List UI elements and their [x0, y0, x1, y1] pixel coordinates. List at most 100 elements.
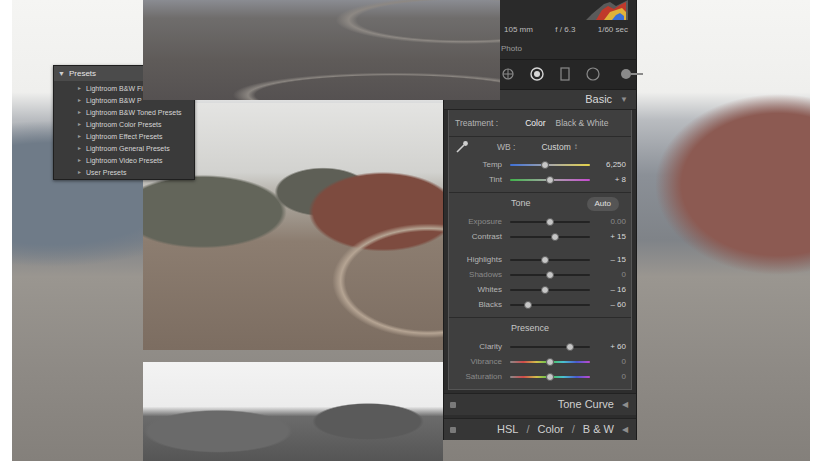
radial-filter-icon[interactable]: [586, 67, 600, 81]
spot-removal-icon[interactable]: [530, 67, 544, 81]
slider-group: Exposure 0.00 Contrast+ 15: [449, 214, 631, 244]
disclosure-icon[interactable]: ►: [77, 98, 86, 103]
treatment-option[interactable]: Color: [520, 115, 550, 132]
slider-row: Tint+ 8: [449, 172, 631, 187]
slider-row: Temp6,250: [449, 157, 631, 172]
slider-handle[interactable]: [566, 343, 574, 351]
slider-value[interactable]: – 16: [590, 286, 626, 294]
tab-separator: /: [526, 421, 529, 438]
slider-value[interactable]: + 60: [590, 343, 626, 351]
hsl-header[interactable]: HSL / Color / B & W ◀: [444, 418, 636, 440]
basic-title: Basic: [585, 91, 612, 108]
slider-row: Clarity+ 60: [449, 339, 631, 354]
slider-track[interactable]: [510, 361, 590, 363]
slider-track[interactable]: [510, 164, 590, 166]
slider-fill: [510, 304, 528, 306]
slider-value[interactable]: 0: [590, 358, 626, 366]
shutter-speed: 1/60 sec: [598, 24, 628, 36]
slider-label: Vibrance: [449, 358, 502, 366]
disclosure-icon[interactable]: ►: [77, 110, 86, 115]
focal-length: 105 mm: [504, 24, 533, 36]
disclosure-icon[interactable]: ►: [77, 86, 86, 91]
adjustment-brush-icon[interactable]: [620, 68, 644, 80]
slider-track[interactable]: [510, 376, 590, 378]
crop-tool-icon[interactable]: [502, 68, 514, 80]
expand-icon[interactable]: ◀: [622, 399, 628, 411]
slider-label: Exposure: [449, 218, 502, 226]
tab-separator: /: [572, 421, 575, 438]
treatment-option[interactable]: Black & White: [550, 115, 613, 132]
slider-handle[interactable]: [541, 161, 549, 169]
disclosure-icon[interactable]: ►: [77, 146, 86, 151]
expand-icon[interactable]: ▼: [58, 70, 65, 77]
slider-handle[interactable]: [524, 301, 532, 309]
hsl-tab[interactable]: HSL: [497, 421, 518, 438]
slider-row: Contrast+ 15: [449, 229, 631, 244]
preset-folder[interactable]: ►User Presets: [54, 166, 194, 178]
dropdown-arrow-icon[interactable]: ↕: [574, 141, 578, 153]
collapse-icon[interactable]: ▼: [620, 94, 628, 106]
preset-folder[interactable]: ►Lightroom Color Presets: [54, 118, 194, 130]
slider-value[interactable]: – 60: [590, 301, 626, 309]
slider-value[interactable]: 0.00: [590, 218, 626, 226]
slider-handle[interactable]: [546, 271, 554, 279]
hsl-tab[interactable]: B & W: [583, 421, 614, 438]
slider-value[interactable]: + 15: [590, 233, 626, 241]
treatment-label: Treatment :: [455, 117, 498, 130]
slider-track[interactable]: [510, 221, 590, 223]
slider-handle[interactable]: [546, 176, 554, 184]
slider-value[interactable]: 0: [590, 373, 626, 381]
slider-label: Blacks: [449, 301, 502, 309]
auto-button[interactable]: Auto: [587, 197, 619, 211]
slider-track[interactable]: [510, 346, 590, 348]
preset-folder-label: Lightroom Effect Presets: [86, 133, 163, 140]
slider-value[interactable]: – 15: [590, 256, 626, 264]
aperture: f / 6.3: [555, 24, 575, 36]
preset-folder[interactable]: ►Lightroom Video Presets: [54, 154, 194, 166]
presence-section: PresenceClarity+ 60Vibrance0Saturation0: [449, 318, 631, 389]
disclosure-icon[interactable]: ►: [77, 158, 86, 163]
slider-row: Blacks – 60: [449, 297, 631, 312]
slider-handle[interactable]: [551, 233, 559, 241]
slider-fill: [510, 289, 545, 291]
wb-dropdown[interactable]: Custom ↕: [515, 141, 577, 154]
preset-folder[interactable]: ►Lightroom Effect Presets: [54, 130, 194, 142]
slider-value[interactable]: 6,250: [590, 161, 626, 169]
preset-folder[interactable]: ►Lightroom B&W Toned Presets: [54, 106, 194, 118]
slider-fill: [510, 274, 550, 276]
white-balance-section: WB :Custom↕Temp6,250Tint+ 8: [449, 137, 631, 193]
slider-track[interactable]: [510, 304, 590, 306]
expand-icon[interactable]: ◀: [622, 424, 628, 436]
tone-title: Tone: [511, 197, 531, 211]
white-balance-row: WB :Custom↕: [449, 137, 631, 157]
slider-row: Shadows0: [449, 267, 631, 282]
graduated-filter-icon[interactable]: [560, 67, 570, 81]
slider-track[interactable]: [510, 274, 590, 276]
slider-track[interactable]: [510, 289, 590, 291]
disclosure-icon[interactable]: ►: [77, 170, 86, 175]
slider-handle[interactable]: [546, 373, 554, 381]
slider-track[interactable]: [510, 179, 590, 181]
slider-handle[interactable]: [541, 286, 549, 294]
slider-value[interactable]: 0: [590, 271, 626, 279]
hsl-tab[interactable]: Color: [537, 421, 563, 438]
slider-handle[interactable]: [546, 218, 554, 226]
slider-handle[interactable]: [541, 256, 549, 264]
disclosure-icon[interactable]: ►: [77, 134, 86, 139]
disclosure-icon[interactable]: ►: [77, 122, 86, 127]
slider-value[interactable]: + 8: [590, 176, 626, 184]
wb-value[interactable]: Custom: [541, 141, 570, 154]
panel-switch[interactable]: [450, 402, 456, 408]
preset-folder-label: Lightroom B&W Toned Presets: [86, 109, 182, 116]
slider-fill: [510, 221, 550, 223]
slider-handle[interactable]: [546, 358, 554, 366]
presence-header: Presence: [449, 318, 631, 339]
slider-track[interactable]: [510, 259, 590, 261]
panel-switch[interactable]: [450, 427, 456, 433]
eyedropper-icon[interactable]: [455, 140, 469, 154]
slider-group: Highlights– 15Shadows0Whites– 16Blacks– …: [449, 252, 631, 312]
slider-track[interactable]: [510, 236, 590, 238]
tone-curve-header[interactable]: Tone Curve◀: [444, 393, 636, 415]
preset-folder[interactable]: ►Lightroom General Presets: [54, 142, 194, 154]
histogram-row: [504, 0, 628, 20]
